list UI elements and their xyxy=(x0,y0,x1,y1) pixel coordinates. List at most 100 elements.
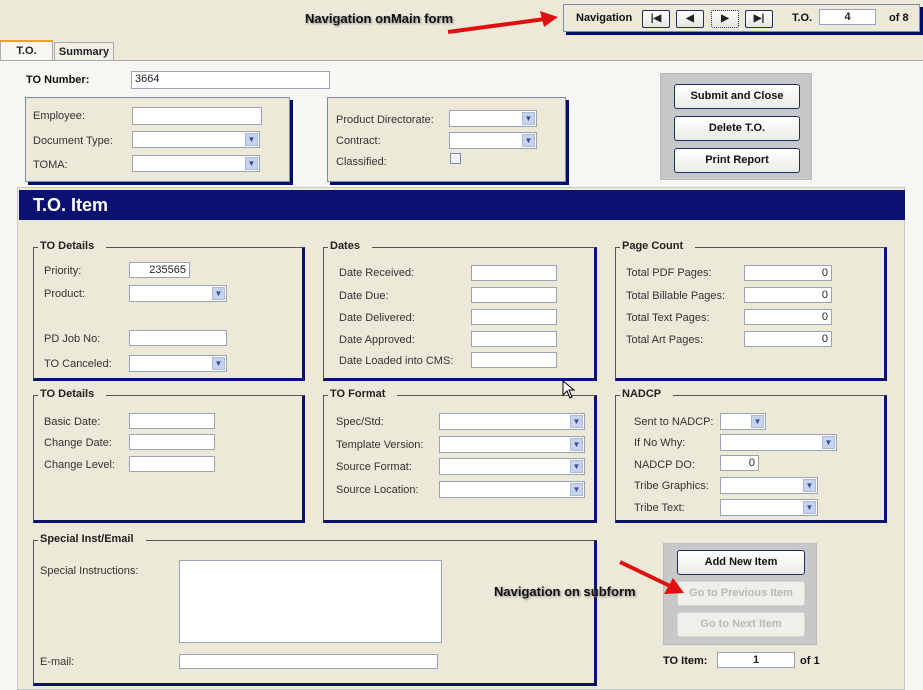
last-record-button[interactable]: ▶| xyxy=(745,10,773,28)
email-input[interactable] xyxy=(179,654,438,669)
tribe-text-select[interactable]: ▼ xyxy=(720,499,818,516)
date-due-input[interactable] xyxy=(471,287,557,303)
special-instructions-textarea[interactable] xyxy=(179,560,442,643)
template-version-select[interactable]: ▼ xyxy=(439,436,585,453)
date-loaded-label: Date Loaded into CMS: xyxy=(339,355,454,367)
total-billable-pages-label: Total Billable Pages: xyxy=(626,290,726,302)
annotation-arrow-icon xyxy=(447,11,558,34)
pd-job-no-input[interactable] xyxy=(129,330,227,346)
to-item-counter-total: of 1 xyxy=(800,655,820,667)
product-directorate-select[interactable]: ▼ xyxy=(449,110,537,127)
source-format-label: Source Format: xyxy=(336,461,412,473)
tab-to[interactable]: T.O. xyxy=(0,40,53,61)
chevron-down-icon: ▼ xyxy=(522,112,535,125)
sent-to-nadcp-label: Sent to NADCP: xyxy=(634,416,714,428)
date-approved-label: Date Approved: xyxy=(339,334,415,346)
basic-date-input[interactable] xyxy=(129,413,215,429)
employee-input[interactable] xyxy=(132,107,262,125)
change-level-label: Change Level: xyxy=(44,459,115,471)
record-label: T.O. xyxy=(792,12,813,24)
chevron-down-icon: ▼ xyxy=(803,501,816,514)
record-number-input[interactable]: 4 xyxy=(819,9,876,25)
change-date-input[interactable] xyxy=(129,434,215,450)
document-type-select[interactable]: ▼ xyxy=(132,131,260,148)
to-item-counter-input[interactable]: 1 xyxy=(717,652,795,668)
total-text-pages-label: Total Text Pages: xyxy=(626,312,710,324)
previous-record-button[interactable]: ◀ xyxy=(676,10,704,28)
chevron-down-icon: ▼ xyxy=(822,436,835,449)
chevron-down-icon: ▼ xyxy=(570,483,583,496)
total-pdf-pages-label: Total PDF Pages: xyxy=(626,267,712,279)
group-legend: TO Details xyxy=(38,388,107,400)
tab-divider xyxy=(0,60,923,61)
nadcp-do-label: NADCP DO: xyxy=(634,459,695,471)
to-item-title: T.O. Item xyxy=(19,190,905,220)
tab-summary[interactable]: Summary xyxy=(54,42,114,60)
date-loaded-input[interactable] xyxy=(471,352,557,368)
date-received-input[interactable] xyxy=(471,265,557,281)
previous-item-button[interactable]: Go to Previous Item xyxy=(677,581,805,606)
toma-select[interactable]: ▼ xyxy=(132,155,260,172)
next-item-button[interactable]: Go to Next Item xyxy=(677,612,805,637)
classified-label: Classified: xyxy=(336,156,387,168)
change-date-label: Change Date: xyxy=(44,437,112,449)
group-legend: Special Inst/Email xyxy=(38,533,146,545)
change-level-input[interactable] xyxy=(129,456,215,472)
next-record-button[interactable]: ▶ xyxy=(711,10,739,28)
group-legend: TO Format xyxy=(328,388,398,400)
date-delivered-input[interactable] xyxy=(471,309,557,325)
first-record-button[interactable]: |◀ xyxy=(642,10,670,28)
total-art-pages-input[interactable]: 0 xyxy=(744,331,832,347)
tribe-text-label: Tribe Text: xyxy=(634,502,685,514)
source-location-select[interactable]: ▼ xyxy=(439,481,585,498)
to-number-input[interactable]: 3664 xyxy=(131,71,330,89)
total-text-pages-input[interactable]: 0 xyxy=(744,309,832,325)
chevron-down-icon: ▼ xyxy=(570,460,583,473)
navigation-label: Navigation xyxy=(576,12,633,24)
source-format-select[interactable]: ▼ xyxy=(439,458,585,475)
chevron-down-icon: ▼ xyxy=(522,134,535,147)
spec-std-select[interactable]: ▼ xyxy=(439,413,585,430)
tribe-graphics-select[interactable]: ▼ xyxy=(720,477,818,494)
product-select[interactable]: ▼ xyxy=(129,285,227,302)
date-approved-input[interactable] xyxy=(471,331,557,347)
chevron-down-icon: ▼ xyxy=(245,133,258,146)
chevron-down-icon: ▼ xyxy=(570,415,583,428)
group-legend: Page Count xyxy=(620,240,696,252)
add-new-item-button[interactable]: Add New Item xyxy=(677,550,805,575)
special-instructions-label: Special Instructions: xyxy=(40,565,139,577)
product-directorate-label: Product Directorate: xyxy=(336,114,434,126)
print-report-button[interactable]: Print Report xyxy=(674,148,800,173)
classified-checkbox[interactable] xyxy=(450,153,461,164)
contract-select[interactable]: ▼ xyxy=(449,132,537,149)
toma-label: TOMA: xyxy=(33,159,68,171)
tribe-graphics-label: Tribe Graphics: xyxy=(634,480,709,492)
delete-to-button[interactable]: Delete T.O. xyxy=(674,116,800,141)
employee-label: Employee: xyxy=(33,110,85,122)
date-received-label: Date Received: xyxy=(339,267,415,279)
document-type-label: Document Type: xyxy=(33,135,113,147)
total-billable-pages-input[interactable]: 0 xyxy=(744,287,832,303)
chevron-down-icon: ▼ xyxy=(212,357,225,370)
priority-input[interactable]: 235565 xyxy=(129,262,190,278)
submit-and-close-button[interactable]: Submit and Close xyxy=(674,84,800,109)
chevron-down-icon: ▼ xyxy=(570,438,583,451)
template-version-label: Template Version: xyxy=(336,439,424,451)
email-label: E-mail: xyxy=(40,656,75,668)
contract-label: Contract: xyxy=(336,135,381,147)
group-legend: NADCP xyxy=(620,388,674,400)
mouse-cursor-icon xyxy=(562,380,576,399)
annotation-arrow-icon xyxy=(619,560,684,594)
product-label: Product: xyxy=(44,288,85,300)
to-canceled-label: TO Canceled: xyxy=(44,358,112,370)
sent-to-nadcp-select[interactable]: ▼ xyxy=(720,413,766,430)
priority-label: Priority: xyxy=(44,265,82,277)
nadcp-do-input[interactable]: 0 xyxy=(720,455,759,471)
action-panel: Submit and Close Delete T.O. Print Repor… xyxy=(660,73,812,180)
basic-date-label: Basic Date: xyxy=(44,416,101,428)
chevron-down-icon: ▼ xyxy=(245,157,258,170)
spec-std-label: Spec/Std: xyxy=(336,416,384,428)
total-pdf-pages-input[interactable]: 0 xyxy=(744,265,832,281)
if-no-why-select[interactable]: ▼ xyxy=(720,434,837,451)
to-canceled-select[interactable]: ▼ xyxy=(129,355,227,372)
